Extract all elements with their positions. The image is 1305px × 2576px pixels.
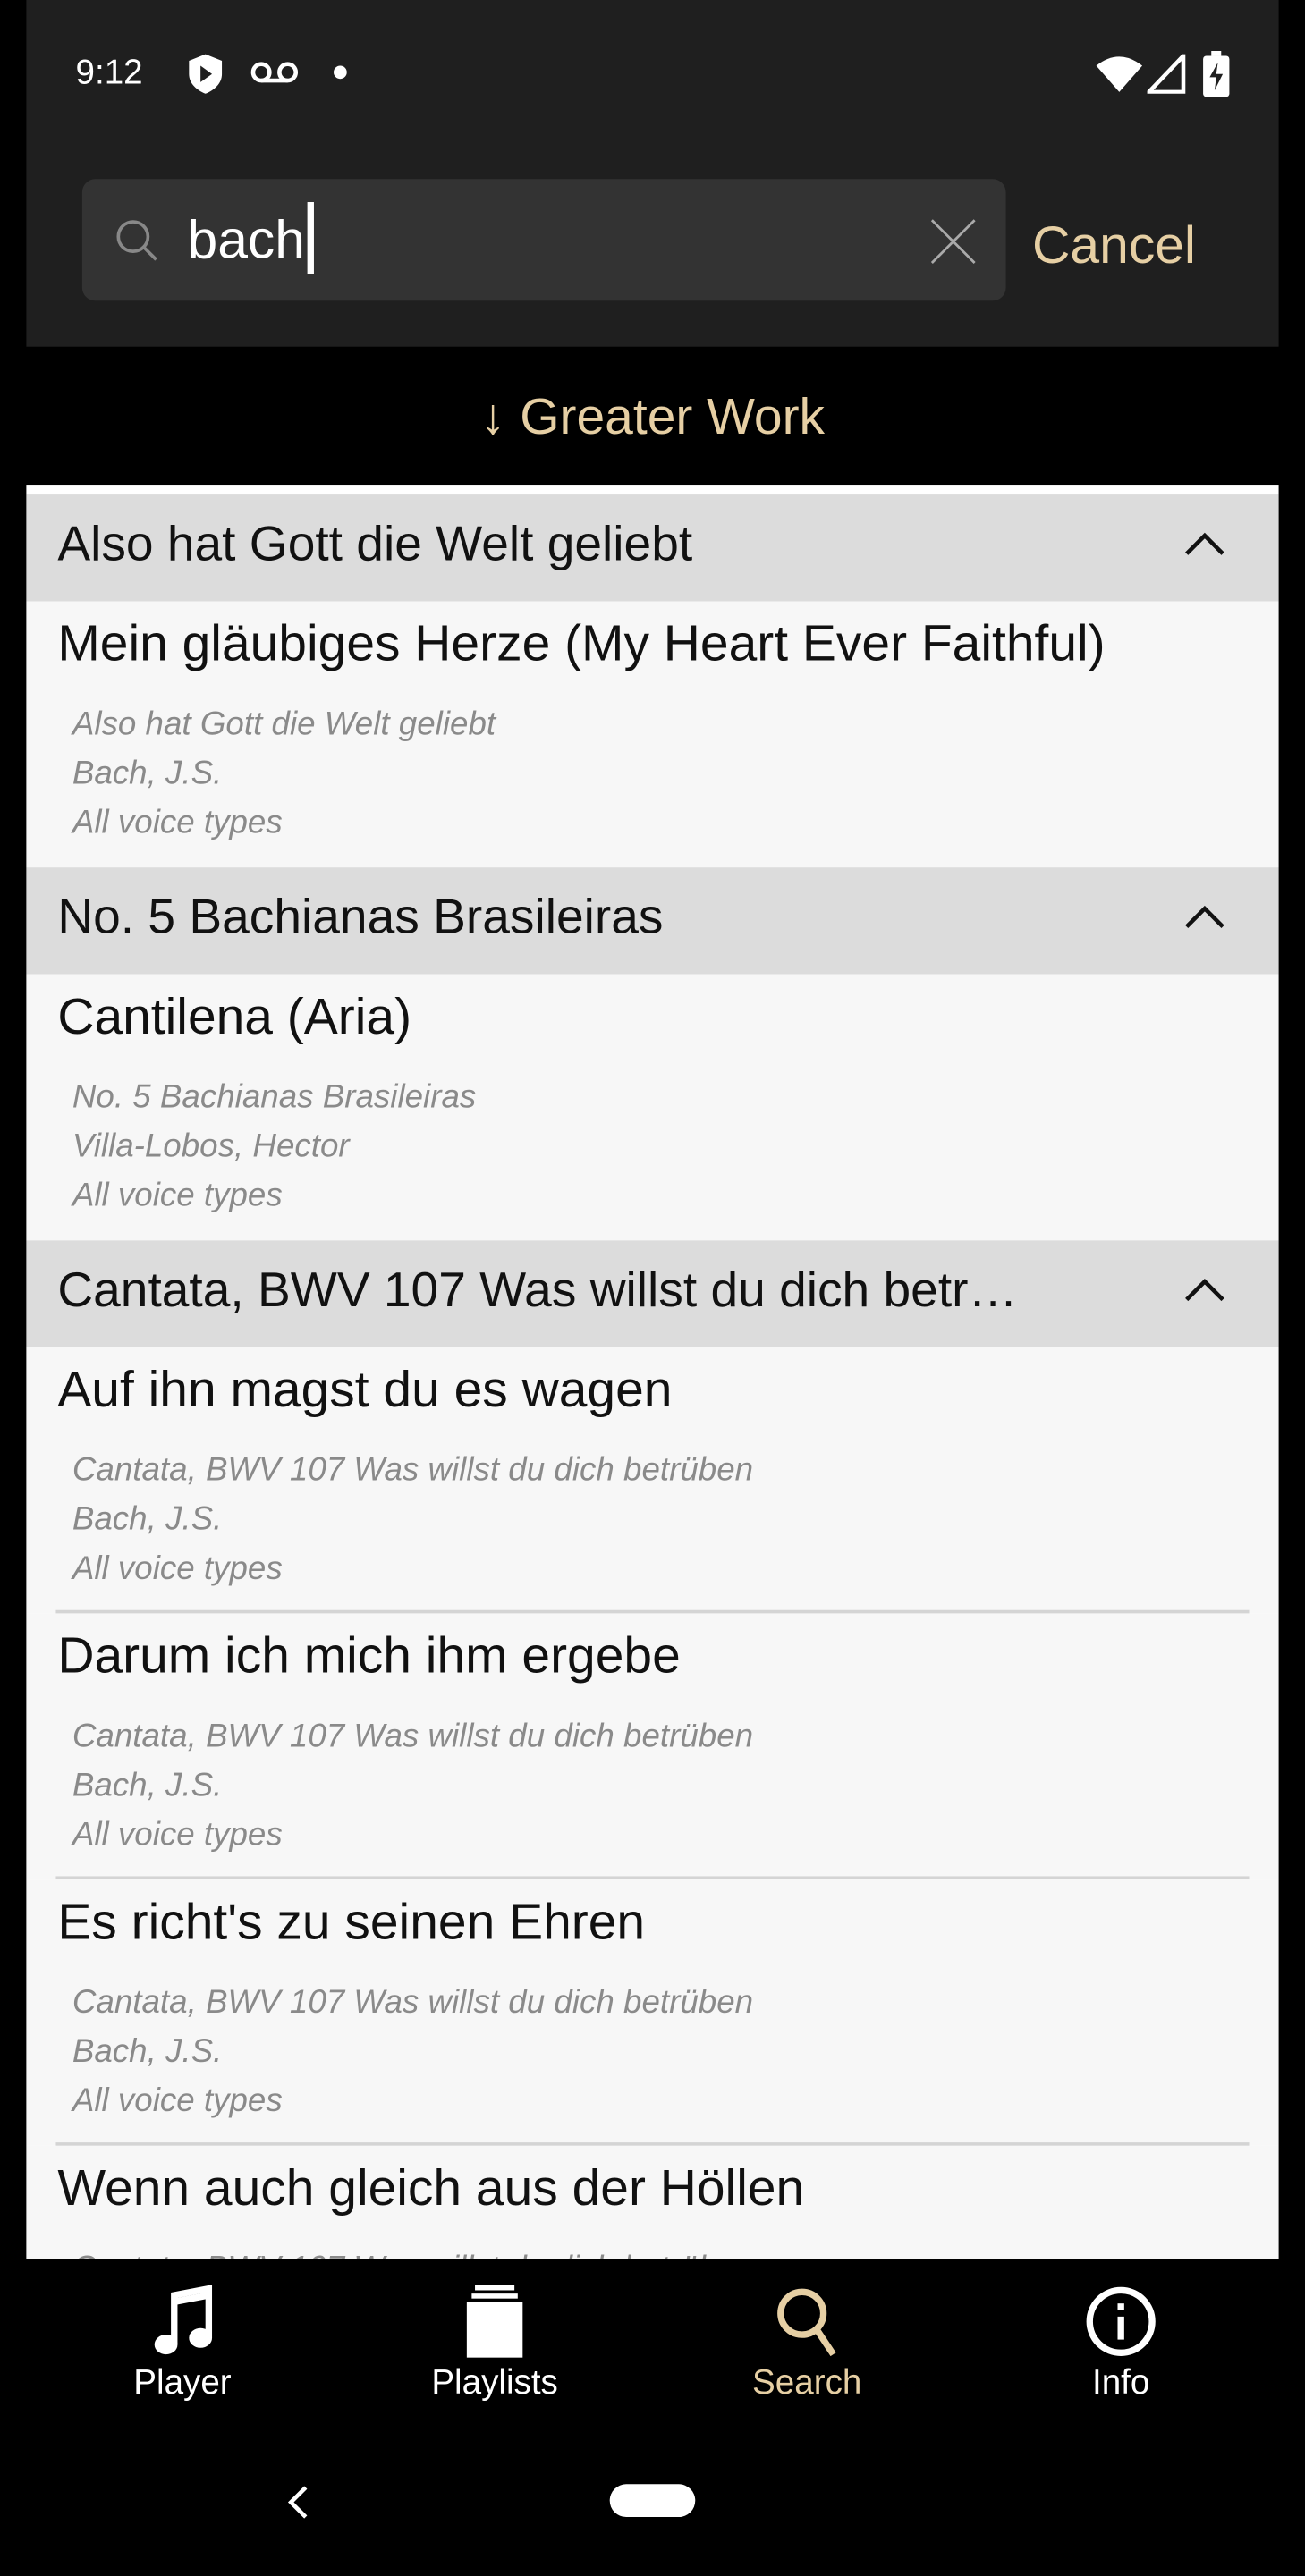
item-work: Also hat Gott die Welt geliebt <box>72 706 496 743</box>
shield-play-icon <box>189 54 223 94</box>
tab-search[interactable]: Search <box>692 2285 922 2403</box>
list-item[interactable]: Darum ich mich ihm ergebe Cantata, BWV 10… <box>26 1613 1279 1880</box>
tab-label: Info <box>1091 2364 1150 2403</box>
status-time: 9:12 <box>75 54 143 92</box>
playlists-icon <box>466 2285 523 2358</box>
cancel-button[interactable]: Cancel <box>1032 215 1196 276</box>
item-title: Wenn auch gleich aus der Höllen <box>57 2158 805 2217</box>
tab-playlists[interactable]: Playlists <box>379 2285 609 2403</box>
search-icon <box>116 220 157 261</box>
section-title: Cantata, BWV 107 Was willst du dich betr… <box>57 1263 1018 1318</box>
back-icon[interactable] <box>286 2484 309 2520</box>
item-voice: All voice types <box>72 1178 283 1214</box>
app-header: 9:12 bach <box>26 0 1279 347</box>
item-work: No. 5 Bachianas Brasileiras <box>72 1079 477 1116</box>
section-header[interactable]: No. 5 Bachianas Brasileiras <box>26 867 1279 975</box>
list-item[interactable]: Wenn auch gleich aus der Höllen Cantata, … <box>26 2145 1279 2259</box>
list-item[interactable]: Auf ihn magst du es wagen Cantata, BWV 10… <box>26 1347 1279 1614</box>
section-header[interactable]: Cantata, BWV 107 Was willst du dich betr… <box>26 1240 1279 1347</box>
item-composer: Bach, J.S. <box>72 1768 223 1804</box>
section-header[interactable]: Also hat Gott die Welt geliebt <box>26 494 1279 602</box>
list-item[interactable]: Es richt's zu seinen Ehren Cantata, BWV 1… <box>26 1879 1279 2146</box>
item-voice: All voice types <box>72 805 283 841</box>
section-title: No. 5 Bachianas Brasileiras <box>57 890 664 945</box>
signal-icon <box>1147 54 1186 94</box>
wifi-icon <box>1096 56 1143 92</box>
item-work: Cantata, BWV 107 Was willst du dich betr… <box>72 2251 753 2259</box>
tab-label: Player <box>133 2364 232 2403</box>
item-composer: Bach, J.S. <box>72 756 223 792</box>
item-title: Cantilena (Aria) <box>57 987 412 1045</box>
voicemail-icon <box>250 62 299 83</box>
item-work: Cantata, BWV 107 Was willst du dich betr… <box>72 1984 754 2022</box>
tab-label: Search <box>752 2364 862 2403</box>
tab-player[interactable]: Player <box>67 2285 297 2403</box>
list-item[interactable]: Mein gläubiges Herze (My Heart Ever Fait… <box>26 601 1279 868</box>
music-note-icon <box>154 2285 213 2355</box>
item-voice: All voice types <box>72 2082 283 2120</box>
home-pill[interactable] <box>609 2484 696 2518</box>
item-voice: All voice types <box>72 1550 283 1588</box>
bottom-nav: Player Playlists Search Info <box>0 2259 1305 2576</box>
tab-label: Playlists <box>431 2364 558 2403</box>
item-composer: Bach, J.S. <box>72 1501 223 1538</box>
search-input[interactable]: bach <box>81 179 1006 301</box>
item-title: Darum ich mich ihm ergebe <box>57 1626 681 1685</box>
chevron-up-icon[interactable] <box>1183 904 1226 930</box>
tab-info[interactable]: Info <box>1006 2285 1236 2403</box>
chevron-up-icon[interactable] <box>1183 531 1226 557</box>
section-title: Also hat Gott die Welt geliebt <box>57 517 693 572</box>
screen: 9:12 bach Cancel ↓ Greater Work Also hat… <box>0 0 1305 2576</box>
item-title: Auf ihn magst du es wagen <box>57 1360 673 1418</box>
info-icon <box>1086 2286 1156 2356</box>
item-voice: All voice types <box>72 1817 283 1854</box>
chevron-up-icon[interactable] <box>1183 1277 1226 1303</box>
list-item[interactable]: Cantilena (Aria) No. 5 Bachianas Brasilei… <box>26 974 1279 1241</box>
results-list[interactable]: Also hat Gott die Welt geliebt Mein gläub… <box>26 485 1279 2259</box>
search-icon <box>777 2288 836 2357</box>
item-title: Es richt's zu seinen Ehren <box>57 1892 646 1951</box>
battery-charging-icon <box>1203 50 1230 97</box>
item-work: Cantata, BWV 107 Was willst du dich betr… <box>72 1452 754 1489</box>
item-composer: Bach, J.S. <box>72 2033 223 2071</box>
dot-icon <box>334 65 347 80</box>
sort-toggle[interactable]: ↓ Greater Work <box>0 388 1305 447</box>
search-query[interactable]: bach <box>187 202 314 275</box>
item-work: Cantata, BWV 107 Was willst du dich betr… <box>72 1719 754 1755</box>
clear-icon[interactable] <box>930 218 976 264</box>
item-title: Mein gläubiges Herze (My Heart Ever Fait… <box>57 614 1106 672</box>
item-composer: Villa-Lobos, Hector <box>72 1128 350 1165</box>
